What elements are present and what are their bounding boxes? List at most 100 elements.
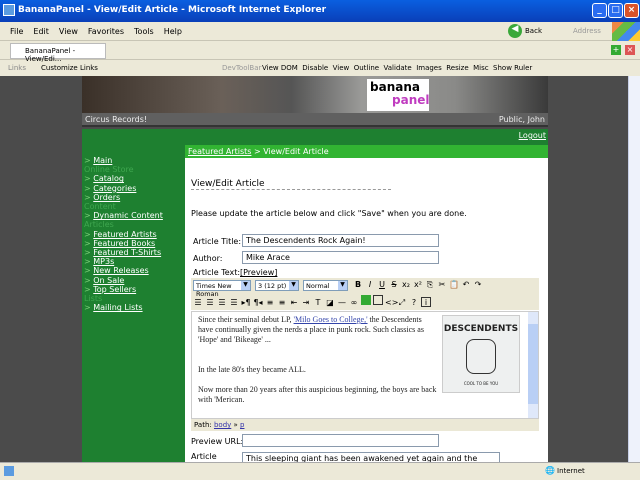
devtool-show-ruler[interactable]: Show Ruler (493, 64, 532, 72)
sidebar-item-catalog[interactable]: > Catalog (84, 174, 184, 183)
tab-row: BananaPanel - View/Edi... + × (0, 41, 640, 63)
bullet-icon: > (84, 174, 94, 184)
article-summary-textarea[interactable]: This sleeping giant has been awakened ye… (242, 452, 500, 462)
outdent-icon[interactable]: ⇤ (289, 298, 299, 308)
justify-icon[interactable]: ☰ (229, 298, 239, 308)
editor-scroll-thumb[interactable] (528, 324, 538, 404)
menu-tools[interactable]: Tools (134, 27, 154, 36)
sidebar-item-label: Dynamic Content (93, 211, 163, 221)
fullscreen-icon[interactable]: ⤢ (397, 298, 407, 308)
preview-url-input[interactable] (242, 434, 439, 447)
rtl-icon[interactable]: ¶◂ (253, 298, 263, 308)
undo-icon[interactable]: ↶ (461, 280, 471, 290)
devtool-view[interactable]: View (333, 64, 350, 72)
align-center-icon[interactable]: ☰ (205, 298, 215, 308)
italic-icon[interactable]: I (365, 280, 375, 290)
minimize-button[interactable]: _ (592, 3, 607, 18)
bold-icon[interactable]: B (353, 280, 363, 290)
bullet-list-icon[interactable]: ≡ (277, 298, 287, 308)
format-select[interactable]: Normal ▼ (303, 280, 348, 291)
menu-favorites[interactable]: Favorites (88, 27, 124, 36)
album-cover-image: DESCENDENTS COOL TO BE YOU (442, 315, 520, 393)
back-arrow-icon[interactable]: ◀ (508, 24, 522, 38)
sidebar-item-mp3s[interactable]: > MP3s (84, 257, 184, 266)
breadcrumb-featured-artists[interactable]: Featured Artists (188, 147, 251, 156)
devtool-outline[interactable]: Outline (354, 64, 379, 72)
about-icon[interactable]: i (421, 297, 431, 307)
sidebar-item-dynamic-content[interactable]: > Dynamic Content (84, 211, 184, 220)
devtool-disable[interactable]: Disable (302, 64, 328, 72)
editor-scrollbar[interactable] (528, 312, 538, 418)
logout-link[interactable]: Logout (519, 131, 546, 140)
devtool-view-dom[interactable]: View DOM (262, 64, 298, 72)
menu-help[interactable]: Help (164, 27, 182, 36)
article-title-input[interactable] (242, 234, 439, 247)
menu-file[interactable]: File (10, 27, 23, 36)
bullet-icon: > (84, 156, 94, 165)
sidebar-item-featured-books[interactable]: > Featured Books (84, 239, 184, 248)
size-select[interactable]: 3 (12 pt) ▼ (255, 280, 299, 291)
devtool-resize[interactable]: Resize (446, 64, 468, 72)
sidebar-item-label: Featured T-Shirts (93, 248, 162, 258)
devtool-misc[interactable]: Misc (473, 64, 488, 72)
chevron-down-icon: ▼ (289, 281, 298, 290)
horizontal-rule-icon[interactable]: — (337, 298, 347, 308)
sidebar-item-featured-artists[interactable]: > Featured Artists (84, 230, 184, 239)
close-button[interactable]: × (624, 3, 639, 18)
sidebar-item-on-sale[interactable]: > On Sale (84, 276, 184, 285)
subscript-icon[interactable]: x₂ (401, 280, 411, 290)
superscript-icon[interactable]: x² (413, 280, 423, 290)
ie-icon (3, 4, 15, 16)
strikethrough-icon[interactable]: S (389, 280, 399, 290)
rich-text-editor[interactable]: DESCENDENTS COOL TO BE YOU Since their se… (191, 311, 539, 419)
sidebar-item-categories[interactable]: > Categories (84, 184, 184, 193)
sidebar-item-featured-t-shirts[interactable]: > Featured T-Shirts (84, 248, 184, 257)
paste-icon[interactable]: 📋 (449, 280, 459, 290)
sidebar-item-new-releases[interactable]: > New Releases (84, 266, 184, 275)
close-tab-icon[interactable]: × (625, 45, 635, 55)
cut-icon[interactable]: ✂ (437, 280, 447, 290)
tab-bananapanel[interactable]: BananaPanel - View/Edi... (10, 43, 106, 63)
bullet-icon: > (84, 192, 94, 202)
devtool-validate[interactable]: Validate (384, 64, 412, 72)
copy-icon[interactable]: ⎘ (425, 280, 435, 290)
windows-logo (612, 22, 640, 41)
sidebar-item-label: Orders (93, 192, 121, 202)
devtool-images[interactable]: Images (416, 64, 442, 72)
sidebar-item-mailing-lists[interactable]: > Mailing Lists (84, 303, 184, 312)
size-value: 3 (12 pt) (258, 282, 287, 290)
sidebar-item-label: Featured Artists (93, 229, 157, 239)
help-icon[interactable]: ? (409, 298, 419, 308)
path-label: Path: (194, 421, 212, 429)
sidebar-item-orders[interactable]: > Orders (84, 193, 184, 202)
customize-links[interactable]: Customize Links (41, 64, 98, 72)
text-color-icon[interactable]: T (313, 298, 323, 308)
image-icon[interactable] (361, 295, 371, 305)
path-p-link[interactable]: p (240, 421, 244, 429)
page-scrollbar[interactable] (628, 76, 640, 462)
menu-edit[interactable]: Edit (33, 27, 49, 36)
sidebar-item-main[interactable]: > Main (84, 156, 184, 165)
indent-icon[interactable]: ⇥ (301, 298, 311, 308)
font-select[interactable]: Times New Roman ▼ (193, 280, 251, 298)
html-source-icon[interactable]: <> (385, 298, 398, 308)
ltr-icon[interactable]: ▸¶ (241, 298, 251, 308)
menu-view[interactable]: View (59, 27, 78, 36)
new-tab-icon[interactable]: + (611, 45, 621, 55)
back-button[interactable]: Back (525, 27, 542, 35)
highlight-icon[interactable]: ◪ (325, 298, 335, 308)
author-input[interactable] (242, 251, 439, 264)
path-body-link[interactable]: body (214, 421, 231, 429)
link-icon[interactable]: ∞ (349, 298, 359, 308)
milo-link[interactable]: 'Milo Goes to College,' (294, 315, 368, 324)
maximize-button[interactable]: □ (608, 3, 623, 18)
underline-icon[interactable]: U (377, 280, 387, 290)
ordered-list-icon[interactable]: ≡ (265, 298, 275, 308)
preview-link[interactable]: [Preview] (240, 268, 277, 277)
sidebar-item-top-sellers[interactable]: > Top Sellers (84, 285, 184, 294)
redo-icon[interactable]: ↷ (473, 280, 483, 290)
align-right-icon[interactable]: ☰ (217, 298, 227, 308)
sidebar-item-label: Main (93, 156, 113, 165)
table-icon[interactable] (373, 295, 383, 305)
align-left-icon[interactable]: ☰ (193, 298, 203, 308)
